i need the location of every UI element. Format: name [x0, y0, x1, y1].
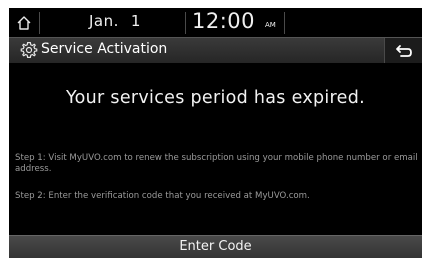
status-separator: [284, 12, 285, 34]
home-icon: [17, 15, 31, 30]
home-button[interactable]: [9, 8, 39, 37]
status-bar: Jan. 1 12:00 AM: [9, 8, 422, 37]
expired-heading: Your services period has expired.: [65, 88, 366, 108]
back-arrow-icon: [395, 44, 412, 57]
date-day: 1: [130, 12, 141, 30]
step-1-text: Step 1: Visit MyUVO.com to renew the sub…: [15, 153, 418, 174]
title-bar: Service Activation: [9, 37, 422, 63]
clock-ampm: AM: [265, 21, 276, 29]
status-separator: [39, 12, 40, 34]
date-month: Jan.: [89, 12, 119, 30]
head-unit-screen: Jan. 1 12:00 AM Service Activation Your s…: [9, 8, 422, 258]
clock-time: 12:00: [192, 9, 256, 33]
status-separator: [185, 12, 186, 34]
gear-icon: [20, 42, 38, 58]
date-display: Jan. 1: [89, 12, 141, 30]
page-title: Service Activation: [41, 41, 168, 57]
back-button[interactable]: [384, 38, 422, 63]
enter-code-button[interactable]: Enter Code: [9, 235, 422, 258]
step-2-text: Step 2: Enter the verification code that…: [15, 191, 310, 201]
